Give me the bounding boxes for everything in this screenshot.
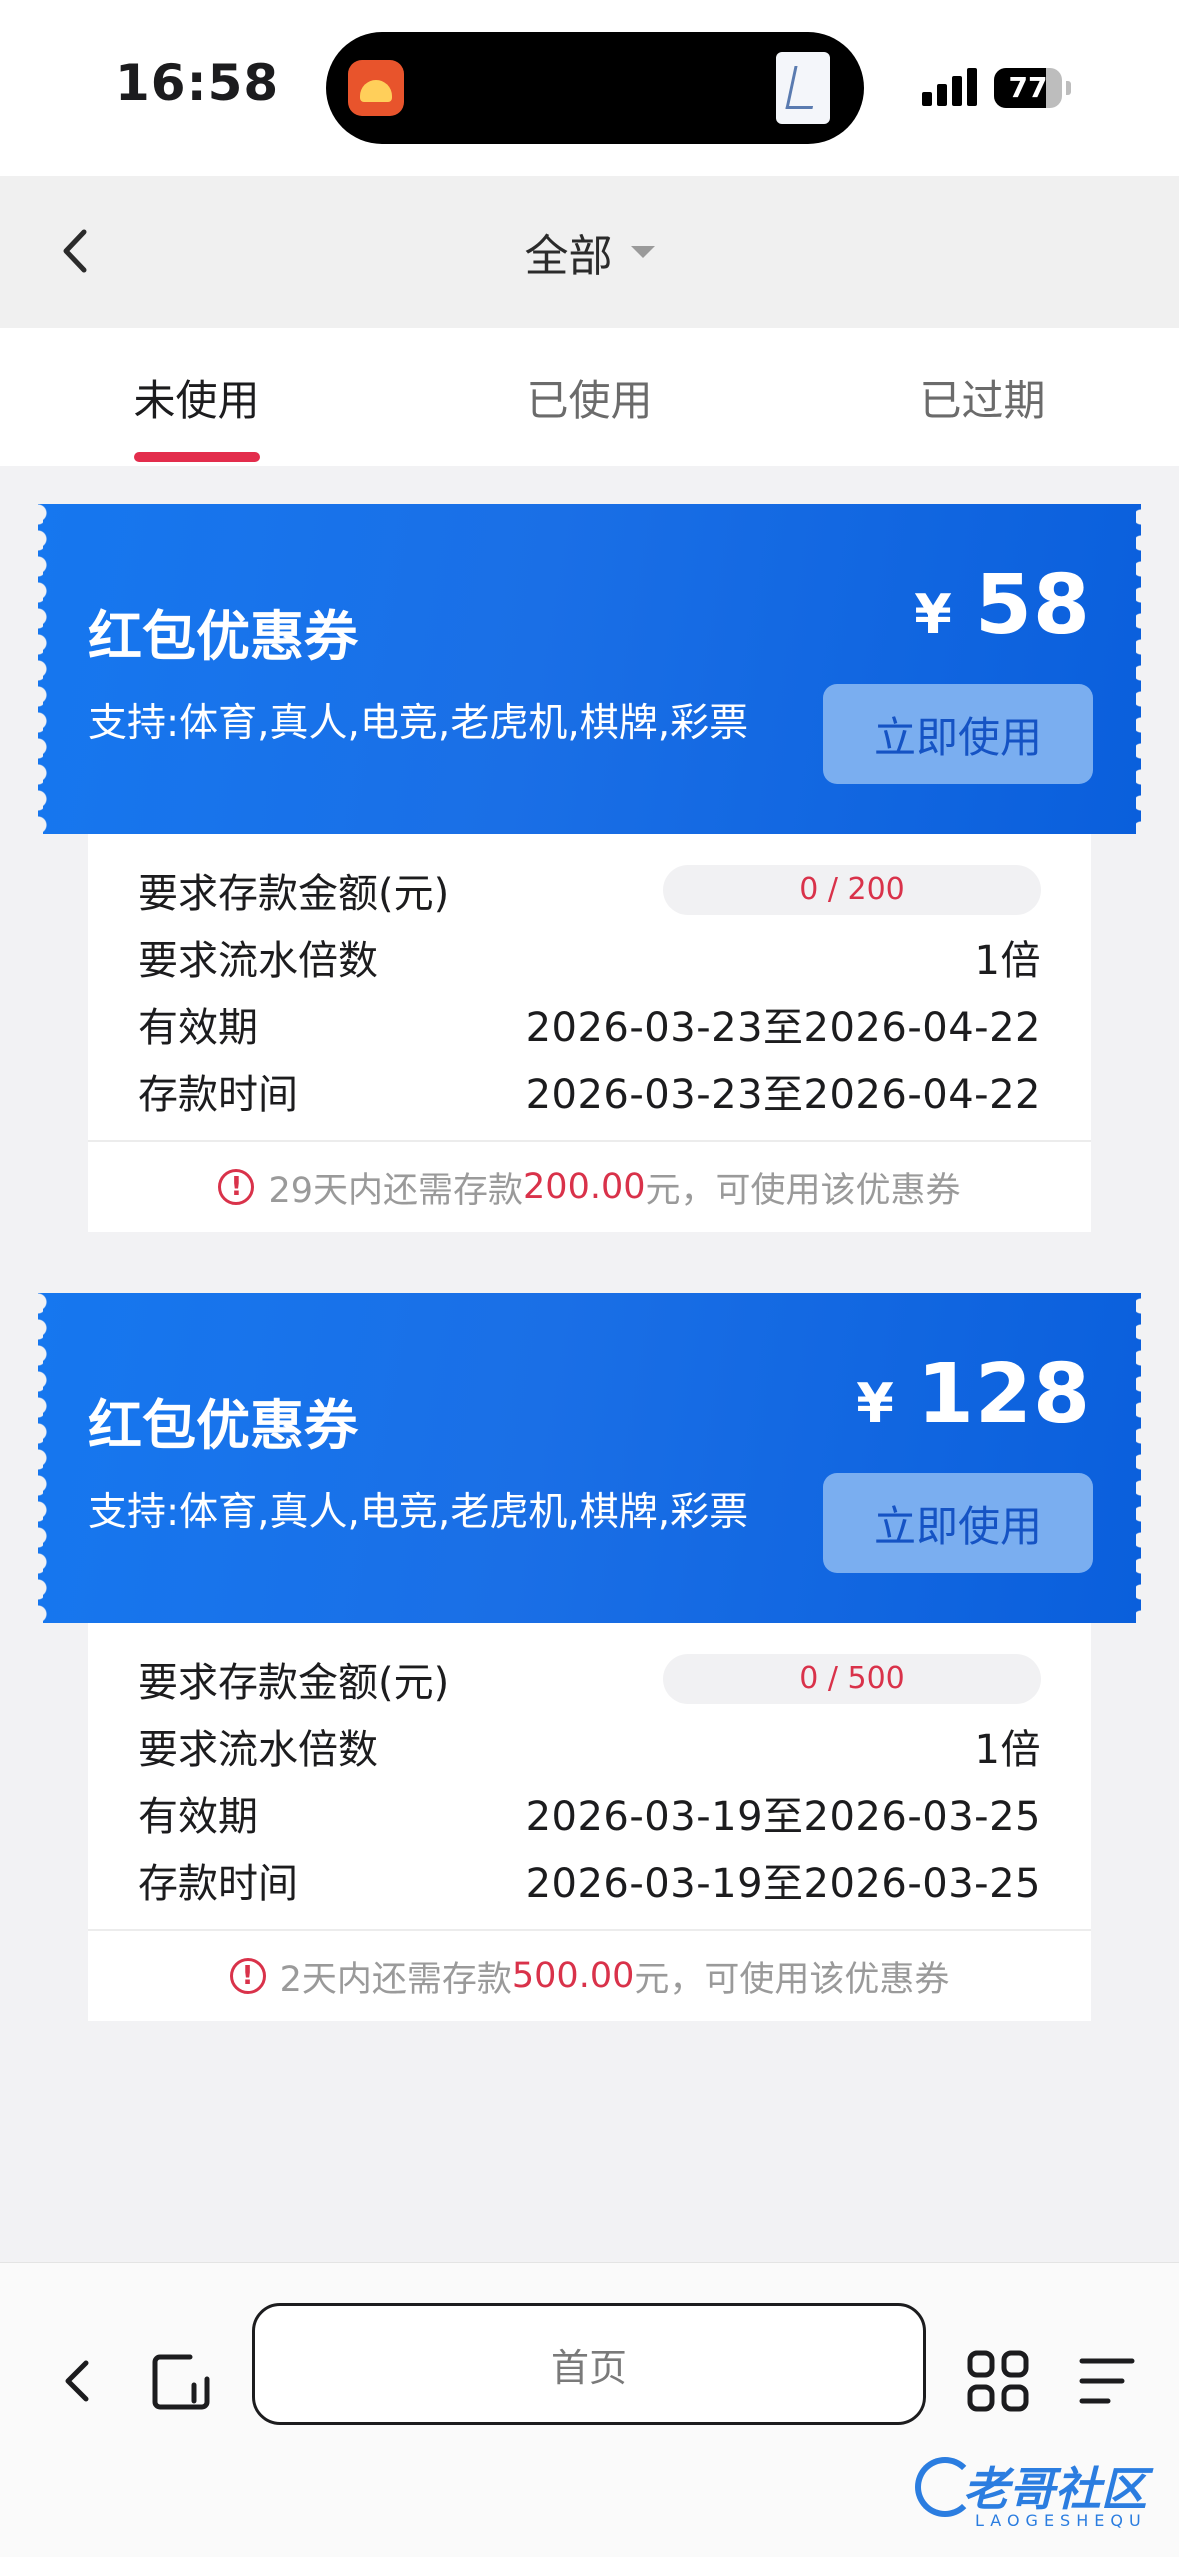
currency-symbol: ¥: [914, 583, 953, 646]
coupon-amount: ¥58: [914, 558, 1091, 653]
coupon-name: 红包优惠券: [88, 605, 358, 668]
grid-icon[interactable]: [966, 2349, 1030, 2413]
amount-value: 128: [916, 1347, 1091, 1442]
turnover-value: 1倍: [974, 1726, 1041, 1773]
tabs-icon[interactable]: [150, 2351, 212, 2413]
coupon-details: 要求存款金额(元) 0 / 500 要求流水倍数 1倍 有效期 2026-03-…: [88, 1623, 1091, 2021]
status-tabs: 未使用 已使用 已过期: [0, 328, 1179, 466]
back-chevron-icon[interactable]: [58, 2351, 98, 2411]
deposit-time-label: 存款时间: [138, 1071, 298, 1118]
watermark-text: 老哥社区: [963, 2462, 1147, 2516]
island-app-icon: [348, 60, 404, 116]
use-now-button[interactable]: 立即使用: [823, 1473, 1093, 1573]
deposit-time-value: 2026-03-19至2026-03-25: [525, 1860, 1041, 1907]
watermark-subtext: LAOGESHEQU: [975, 2511, 1147, 2530]
deposit-label: 要求存款金额(元): [138, 1659, 450, 1706]
deposit-notice: ! 29天内还需存款 200.00 元，可使用该优惠券: [88, 1140, 1091, 1232]
detail-row: 要求流水倍数 1倍: [138, 923, 1041, 990]
battery-level: 77: [1008, 71, 1048, 104]
deposit-progress: 0 / 500: [663, 1653, 1041, 1704]
status-time: 16:58: [115, 54, 280, 112]
detail-row: 有效期 2026-03-19至2026-03-25: [138, 1779, 1041, 1846]
signal-icon: [922, 66, 978, 106]
deposit-time-value: 2026-03-23至2026-04-22: [525, 1071, 1041, 1118]
detail-row: 要求存款金额(元) 0 / 500: [138, 1645, 1041, 1712]
deposit-progress: 0 / 200: [663, 864, 1041, 915]
browser-toolbar: 首页 老哥社区 LAOGESHEQU: [0, 2262, 1179, 2557]
coupon-support: 支持:体育,真人,电竞,老虎机,棋牌,彩票: [88, 701, 749, 746]
coupon-details: 要求存款金额(元) 0 / 200 要求流水倍数 1倍 有效期 2026-03-…: [88, 834, 1091, 1232]
detail-row: 存款时间 2026-03-23至2026-04-22: [138, 1057, 1041, 1124]
coupon-card: 红包优惠券 支持:体育,真人,电竞,老虎机,棋牌,彩票 ¥128 立即使用 要求…: [33, 1293, 1146, 2021]
address-bar[interactable]: 首页: [252, 2303, 926, 2425]
validity-label: 有效期: [138, 1004, 258, 1051]
detail-row: 存款时间 2026-03-19至2026-03-25: [138, 1846, 1041, 1913]
turnover-label: 要求流水倍数: [138, 937, 378, 984]
island-media-icon: [776, 52, 830, 124]
coupon-name: 红包优惠券: [88, 1394, 358, 1457]
validity-value: 2026-03-23至2026-04-22: [525, 1004, 1041, 1051]
deposit-notice: ! 2天内还需存款 500.00 元，可使用该优惠券: [88, 1929, 1091, 2021]
coupon-header: 红包优惠券 支持:体育,真人,电竞,老虎机,棋牌,彩票 ¥58 立即使用: [33, 504, 1146, 834]
detail-row: 要求存款金额(元) 0 / 200: [138, 856, 1041, 923]
menu-icon[interactable]: [1078, 2353, 1136, 2409]
tab-used[interactable]: 已使用: [393, 328, 786, 466]
amount-value: 58: [974, 558, 1091, 653]
battery-icon: 77: [994, 68, 1071, 108]
back-chevron-icon[interactable]: [56, 226, 96, 276]
dynamic-island: [326, 32, 864, 144]
notice-amount: 200.00: [523, 1167, 646, 1207]
use-now-button[interactable]: 立即使用: [823, 684, 1093, 784]
notice-text: 29天内还需存款: [268, 1170, 524, 1211]
notice-text: 元，可使用该优惠券: [634, 1959, 950, 2000]
coupon-header: 红包优惠券 支持:体育,真人,电竞,老虎机,棋牌,彩票 ¥128 立即使用: [33, 1293, 1146, 1623]
validity-value: 2026-03-19至2026-03-25: [525, 1793, 1041, 1840]
coupon-card: 红包优惠券 支持:体育,真人,电竞,老虎机,棋牌,彩票 ¥58 立即使用 要求存…: [33, 504, 1146, 1232]
notice-amount: 500.00: [511, 1956, 635, 1996]
turnover-label: 要求流水倍数: [138, 1726, 378, 1773]
status-bar: 16:58 77: [0, 0, 1179, 176]
detail-row: 要求流水倍数 1倍: [138, 1712, 1041, 1779]
tab-unused[interactable]: 未使用: [0, 328, 393, 466]
notice-text: 2天内还需存款: [279, 1959, 512, 2000]
watermark: 老哥社区 LAOGESHEQU: [915, 2441, 1165, 2541]
page-title: 全部: [524, 231, 613, 282]
warning-icon: !: [218, 1169, 255, 1205]
validity-label: 有效期: [138, 1793, 258, 1840]
currency-symbol: ¥: [856, 1372, 895, 1435]
detail-row: 有效期 2026-03-23至2026-04-22: [138, 990, 1041, 1057]
deposit-label: 要求存款金额(元): [138, 870, 450, 917]
notice-text: 元，可使用该优惠券: [645, 1170, 961, 1211]
warning-icon: !: [229, 1958, 266, 1994]
tab-expired[interactable]: 已过期: [786, 328, 1179, 466]
deposit-time-label: 存款时间: [138, 1860, 298, 1907]
coupon-amount: ¥128: [856, 1347, 1091, 1442]
turnover-value: 1倍: [974, 937, 1041, 984]
filter-dropdown[interactable]: 全部: [0, 176, 1179, 328]
nav-header: 全部: [0, 176, 1179, 328]
caret-down-icon: [630, 246, 655, 258]
coupon-support: 支持:体育,真人,电竞,老虎机,棋牌,彩票: [88, 1490, 749, 1535]
